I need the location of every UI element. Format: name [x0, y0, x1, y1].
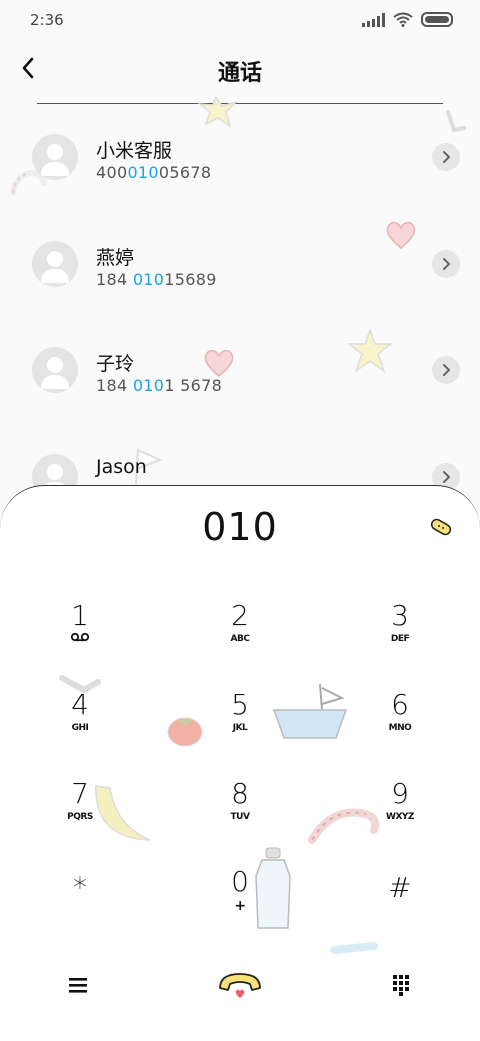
- voicemail-icon: [70, 632, 90, 642]
- contact-detail-button[interactable]: [432, 250, 460, 278]
- bandage-icon[interactable]: [428, 517, 454, 537]
- key-3[interactable]: 3 DEF: [340, 600, 460, 680]
- contact-name: 子玲: [96, 353, 135, 375]
- page-title: 通话: [217, 61, 262, 86]
- key-star[interactable]: *: [20, 872, 140, 952]
- key-8[interactable]: 8 TUV: [180, 778, 300, 858]
- contact-row[interactable]: 小米客服 40001005678: [0, 104, 480, 210]
- contact-detail-button[interactable]: [432, 143, 460, 171]
- contact-name: 燕婷: [96, 247, 135, 269]
- dial-input-display[interactable]: 010: [0, 505, 480, 549]
- battery-icon: [421, 12, 453, 27]
- contact-number: 184 0101 5678: [96, 376, 223, 395]
- contact-name: Jason: [96, 456, 147, 478]
- signal-icon: [362, 12, 385, 27]
- keypad-toggle-button[interactable]: [376, 965, 426, 1005]
- status-bar: 2:36: [0, 0, 480, 40]
- key-7[interactable]: 7 PQRS: [20, 778, 140, 858]
- system-icons: [362, 12, 453, 27]
- key-5[interactable]: 5 JKL: [180, 689, 300, 769]
- chevron-right-icon: [443, 258, 451, 270]
- chevron-right-icon: [443, 364, 451, 376]
- avatar: [32, 134, 78, 180]
- contact-row[interactable]: 燕婷 184 01015689: [0, 211, 480, 317]
- avatar: [32, 347, 78, 393]
- key-0[interactable]: 0 +: [180, 866, 300, 946]
- call-button[interactable]: [210, 965, 270, 1005]
- key-2[interactable]: 2 ABC: [180, 600, 300, 680]
- app-header: 通话: [0, 40, 480, 100]
- hamburger-menu-icon: [69, 978, 87, 993]
- contact-name: 小米客服: [96, 140, 173, 162]
- key-4[interactable]: 4 GHI: [20, 689, 140, 769]
- phone-handset-icon: [219, 973, 261, 998]
- key-hash[interactable]: #: [340, 872, 460, 952]
- chevron-right-icon: [443, 471, 451, 483]
- menu-button[interactable]: [53, 965, 103, 1005]
- contact-number: 40001005678: [96, 163, 212, 182]
- avatar: [32, 241, 78, 287]
- dialer-actions: [0, 960, 480, 1010]
- contact-row[interactable]: 子玲 184 0101 5678: [0, 317, 480, 423]
- dialpad-icon: [393, 975, 409, 996]
- key-9[interactable]: 9 WXYZ: [340, 778, 460, 858]
- key-1[interactable]: 1: [20, 600, 140, 680]
- contact-number: 184 01015689: [96, 270, 217, 289]
- key-6[interactable]: 6 MNO: [340, 689, 460, 769]
- wifi-icon: [393, 12, 413, 27]
- status-time: 2:36: [30, 11, 64, 29]
- contact-detail-button[interactable]: [432, 356, 460, 384]
- chevron-right-icon: [443, 151, 451, 163]
